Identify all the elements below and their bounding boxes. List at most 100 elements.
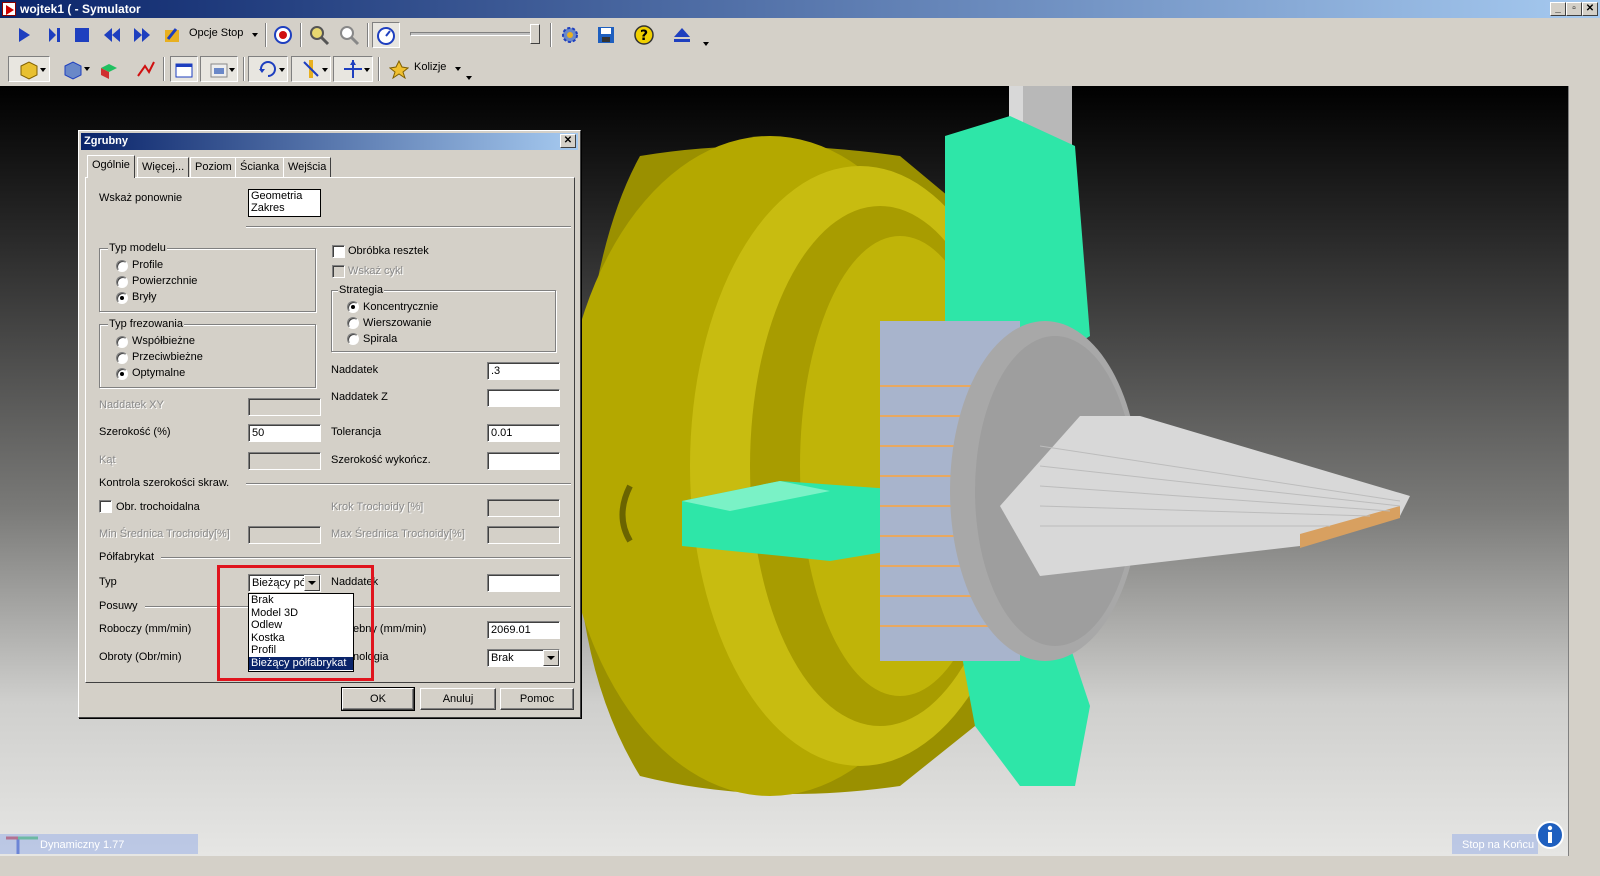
eject-icon — [674, 28, 690, 42]
kontrola-section-label: Kontrola szerokości skraw. — [99, 477, 230, 489]
radio-powierzchnie[interactable] — [116, 276, 128, 288]
tab-poziom[interactable]: Poziom — [190, 157, 237, 177]
szerokosc-input[interactable]: 50 — [248, 424, 321, 442]
wskaz-cykl-checkbox[interactable] — [332, 265, 345, 278]
szerokosc-wykoncz-input[interactable] — [487, 452, 560, 470]
radio-spirala[interactable] — [347, 333, 359, 345]
typ-combobox-arrow-icon[interactable] — [304, 575, 320, 591]
min-srednica-label: Min Średnica Trochoidy[%] — [99, 528, 230, 540]
radio-optymalne[interactable] — [116, 368, 128, 380]
fast-forward-button[interactable] — [128, 22, 156, 48]
dropdown-option-brak[interactable]: Brak — [249, 594, 353, 607]
tab-ogolnie[interactable]: Ogólnie — [87, 155, 135, 178]
rotate-view-button[interactable] — [248, 56, 288, 82]
speed-button[interactable] — [372, 22, 400, 48]
radio-przeciwbiezne[interactable] — [116, 352, 128, 364]
show-fixture-button[interactable] — [95, 56, 123, 82]
rewind-icon — [104, 28, 120, 42]
dropdown-option-profil[interactable]: Profil — [249, 644, 353, 657]
naddatek-input[interactable]: .3 — [487, 362, 560, 380]
collisions-icon-button[interactable] — [385, 56, 413, 82]
zoom-area-icon — [340, 26, 360, 46]
restore-button[interactable]: ▫ — [1566, 2, 1582, 16]
typ-label: Typ — [99, 576, 117, 588]
wskaz-item-geometria[interactable]: Geometria — [251, 190, 320, 202]
technologia-combobox-arrow-icon[interactable] — [543, 650, 559, 666]
typ-dropdown-list[interactable]: Brak Model 3D Odlew Kostka Profil Bieżąc… — [248, 593, 354, 672]
krok-trochoidy-input[interactable] — [487, 499, 560, 517]
view-mode-button[interactable] — [200, 56, 238, 82]
obr-trochoidalna-checkbox[interactable] — [99, 500, 112, 513]
typ-combobox-value: Bieżący pó — [252, 577, 306, 589]
wskaz-cykl-label: Wskaż cykl — [348, 265, 403, 277]
naddatek-z-input[interactable] — [487, 389, 560, 407]
min-srednica-input[interactable] — [248, 526, 321, 544]
zoom-area-button[interactable] — [335, 22, 363, 48]
radio-wspolbiezne[interactable] — [116, 336, 128, 348]
rewind-button[interactable] — [98, 22, 126, 48]
play-icon — [19, 28, 30, 42]
kat-input[interactable] — [248, 452, 321, 470]
wierszowanie-label: Wierszowanie — [363, 317, 432, 329]
kat-label: Kąt — [99, 454, 116, 466]
eject-button[interactable] — [668, 22, 696, 48]
tab-wejscia[interactable]: Wejścia — [283, 157, 332, 177]
wskaz-item-zakres[interactable]: Zakres — [251, 202, 320, 214]
dropdown-option-kostka[interactable]: Kostka — [249, 632, 353, 645]
ok-button[interactable]: OK — [341, 687, 415, 711]
toolbar2-overflow-icon[interactable] — [466, 76, 472, 80]
roboczy-label: Roboczy (mm/min) — [99, 623, 192, 635]
step-icon — [49, 28, 60, 42]
close-window-button[interactable]: ✕ — [1582, 2, 1598, 16]
cancel-button[interactable]: Anuluj — [420, 688, 496, 710]
toolbar1-overflow-icon[interactable] — [703, 42, 709, 46]
optymalne-label: Optymalne — [132, 367, 186, 379]
radio-koncentrycznie[interactable] — [347, 301, 359, 313]
stop-button[interactable] — [68, 22, 96, 48]
dropdown-option-biezacy-polfabrykat[interactable]: Bieżący półfabrykat — [249, 656, 353, 670]
zoom-button[interactable] — [305, 22, 333, 48]
wskaz-ponownie-list[interactable]: Geometria Zakres — [248, 189, 321, 217]
show-stock-button[interactable] — [8, 56, 50, 82]
naddatek-xy-label: Naddatek XY — [99, 399, 164, 411]
polfabrykat-section-label: Półfabrykat — [99, 551, 155, 563]
kolizje-label[interactable]: Kolizje — [414, 61, 446, 73]
step-button[interactable] — [40, 22, 68, 48]
naddatek-xy-input[interactable] — [248, 398, 321, 416]
posuw-right-input[interactable]: 2069.01 — [487, 621, 560, 639]
tool-view-button[interactable] — [291, 56, 331, 82]
settings-button[interactable] — [556, 22, 584, 48]
speed-slider-thumb[interactable] — [530, 24, 540, 44]
stock-cube-icon — [20, 61, 38, 80]
speed-slider-track[interactable] — [410, 32, 540, 36]
options-stop-icon-button[interactable] — [158, 22, 186, 48]
dropdown-option-odlew[interactable]: Odlew — [249, 619, 353, 632]
opcje-stop-label[interactable]: Opcje Stop — [189, 27, 243, 39]
help-button[interactable]: ? — [630, 22, 658, 48]
radio-wierszowanie[interactable] — [347, 317, 359, 329]
radio-profile[interactable] — [116, 260, 128, 272]
save-button[interactable] — [592, 22, 620, 48]
dialog-close-button[interactable]: ✕ — [560, 134, 576, 148]
tab-wiecej[interactable]: Więcej... — [137, 157, 190, 177]
dropdown-option-model-3d[interactable]: Model 3D — [249, 607, 353, 620]
max-srednica-label: Max Średnica Trochoidy[%] — [331, 528, 465, 540]
view-window-button[interactable] — [170, 56, 198, 82]
kolizje-dropdown-icon[interactable] — [455, 67, 461, 71]
naddatek-z-label: Naddatek Z — [331, 391, 388, 403]
radio-bryly[interactable] — [116, 292, 128, 304]
help-dialog-button[interactable]: Pomoc — [500, 688, 574, 710]
opcje-stop-dropdown-icon[interactable] — [252, 33, 258, 37]
show-toolpath-button[interactable] — [132, 56, 160, 82]
max-srednica-input[interactable] — [487, 526, 560, 544]
minimize-button[interactable]: _ — [1550, 2, 1566, 16]
info-icon[interactable] — [1535, 820, 1565, 850]
axis-view-button[interactable] — [333, 56, 373, 82]
tab-scianka[interactable]: Ścianka — [235, 157, 285, 177]
show-part-button[interactable] — [54, 56, 92, 82]
record-button[interactable] — [269, 22, 297, 48]
naddatek2-input[interactable] — [487, 574, 560, 592]
play-button[interactable] — [10, 22, 38, 48]
tolerancja-input[interactable]: 0.01 — [487, 424, 560, 442]
obrobka-resztek-checkbox[interactable] — [332, 245, 345, 258]
